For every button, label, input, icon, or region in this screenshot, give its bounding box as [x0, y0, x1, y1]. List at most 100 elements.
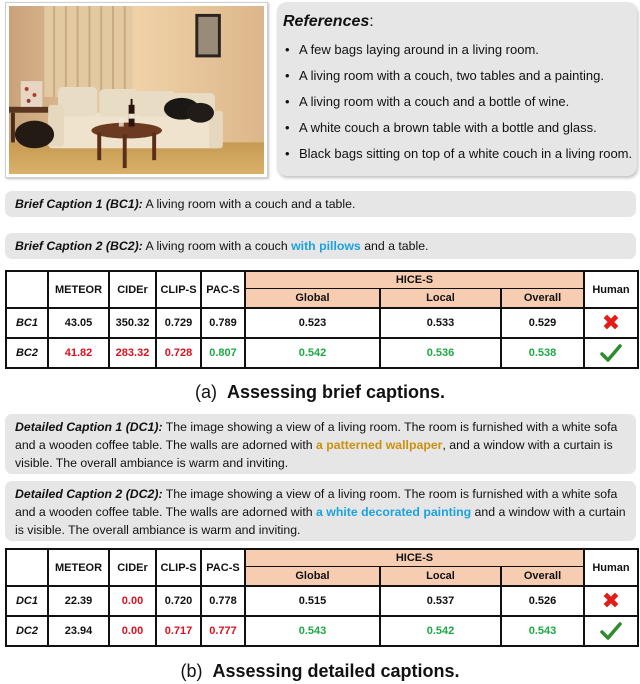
reference-item: • A living room with a couch, two tables …	[283, 63, 637, 89]
cell-clips: 0.717	[155, 615, 202, 647]
cell-global: 0.542	[244, 337, 381, 369]
header-global: Global	[244, 287, 381, 309]
cell-meteor: 22.39	[47, 585, 110, 617]
references-title-text: References	[283, 13, 370, 30]
reference-text: A few bags laying around in a living roo…	[299, 42, 539, 57]
caption-text: and a table.	[360, 239, 429, 253]
header-clips: CLIP-S	[155, 548, 202, 587]
cell-global: 0.515	[244, 585, 381, 617]
reference-item: • A living room with a couch and a bottle…	[283, 89, 637, 115]
table-row-dc2: DC2 23.94 0.00 0.717 0.777 0.543 0.542 0…	[5, 615, 639, 647]
subcaption-tag: (a)	[194, 382, 217, 402]
references-title: References:	[283, 12, 637, 32]
row-label: BC1	[5, 307, 49, 339]
cross-icon: ✖	[601, 310, 621, 335]
cell-cider: 0.00	[108, 585, 157, 617]
caption-highlight: with pillows	[291, 239, 361, 253]
header-human: Human	[583, 548, 639, 587]
corner-cell	[5, 270, 49, 309]
reference-text: Black bags sitting on top of a white cou…	[299, 146, 633, 161]
living-room-photo	[5, 2, 268, 178]
cell-local: 0.537	[379, 585, 502, 617]
row-label: BC2	[5, 337, 49, 369]
header-pacs: PAC-S	[200, 270, 246, 309]
brief-results-table: METEOR CIDEr CLIP-S PAC-S HICE-S Human G…	[5, 270, 639, 369]
caption-text: A living room with a couch and a table.	[142, 197, 356, 211]
reference-text: A living room with a couch, two tables a…	[299, 68, 604, 83]
caption-text: A living room with a couch	[142, 239, 292, 253]
table-row-bc1: BC1 43.05 350.32 0.729 0.789 0.523 0.533…	[5, 307, 639, 339]
checkmark-icon	[600, 344, 622, 362]
header-clips: CLIP-S	[155, 270, 202, 309]
caption-highlight: a patterned wallpaper	[316, 438, 443, 452]
checkmark-icon	[600, 622, 622, 640]
cell-local: 0.533	[379, 307, 502, 339]
cell-cider: 283.32	[108, 337, 157, 369]
references-box: References: • A few bags laying around in…	[277, 2, 637, 176]
cell-global: 0.543	[244, 615, 381, 647]
header-overall: Overall	[500, 565, 585, 587]
cell-pacs: 0.789	[200, 307, 246, 339]
cell-clips: 0.728	[155, 337, 202, 369]
table-row-dc1: DC1 22.39 0.00 0.720 0.778 0.515 0.537 0…	[5, 585, 639, 617]
cell-pacs: 0.807	[200, 337, 246, 369]
cell-global: 0.523	[244, 307, 381, 339]
header-local: Local	[379, 287, 502, 309]
row-label: DC1	[5, 585, 49, 617]
bullet-icon: •	[285, 146, 290, 161]
reference-text: A living room with a couch and a bottle …	[299, 94, 570, 109]
subcaption-text: Assessing brief captions.	[226, 382, 446, 402]
row-label: DC2	[5, 615, 49, 647]
references-colon: :	[369, 13, 374, 30]
caption-highlight: a white decorated painting	[316, 505, 472, 519]
header-overall: Overall	[500, 287, 585, 309]
cell-clips: 0.729	[155, 307, 202, 339]
cell-cider: 350.32	[108, 307, 157, 339]
reference-item: • A white couch a brown table with a bott…	[283, 115, 637, 141]
cell-clips: 0.720	[155, 585, 202, 617]
header-hice-s: HICE-S	[244, 270, 585, 289]
cell-local: 0.536	[379, 337, 502, 369]
cell-overall: 0.543	[500, 615, 585, 647]
reference-item: • A few bags laying around in a living ro…	[283, 37, 637, 63]
header-global: Global	[244, 565, 381, 587]
subcaption-text: Assessing detailed captions.	[212, 661, 460, 681]
cell-human: ✖	[583, 585, 639, 617]
cross-icon: ✖	[601, 588, 621, 613]
brief-caption-1: Brief Caption 1 (BC1): A living room wit…	[5, 191, 636, 217]
header-row: METEOR CIDEr CLIP-S PAC-S HICE-S Human	[5, 270, 639, 309]
bullet-icon: •	[285, 120, 290, 135]
bullet-icon: •	[285, 68, 290, 83]
cell-human	[583, 615, 639, 647]
subcaption-b: (b) Assessing detailed captions.	[0, 660, 640, 682]
cell-overall: 0.529	[500, 307, 585, 339]
detailed-results-table: METEOR CIDEr CLIP-S PAC-S HICE-S Human G…	[5, 548, 639, 647]
subcaption-tag: (b)	[180, 661, 203, 681]
corner-cell	[5, 548, 49, 587]
cell-meteor: 41.82	[47, 337, 110, 369]
cell-local: 0.542	[379, 615, 502, 647]
header-pacs: PAC-S	[200, 548, 246, 587]
header-row: METEOR CIDEr CLIP-S PAC-S HICE-S Human	[5, 548, 639, 587]
cell-human: ✖	[583, 307, 639, 339]
detailed-caption-1: Detailed Caption 1 (DC1): The image show…	[5, 414, 636, 474]
brief-caption-2: Brief Caption 2 (BC2): A living room wit…	[5, 233, 636, 259]
cell-meteor: 23.94	[47, 615, 110, 647]
header-local: Local	[379, 565, 502, 587]
caption-label: Detailed Caption 1 (DC1):	[15, 420, 163, 434]
caption-label: Brief Caption 2 (BC2):	[15, 239, 143, 253]
references-list: • A few bags laying around in a living ro…	[283, 37, 637, 167]
detailed-caption-2: Detailed Caption 2 (DC2): The image show…	[5, 481, 636, 541]
bullet-icon: •	[285, 94, 290, 109]
caption-label: Brief Caption 1 (BC1):	[15, 197, 143, 211]
cell-overall: 0.538	[500, 337, 585, 369]
header-hice-s: HICE-S	[244, 548, 585, 567]
header-meteor: METEOR	[47, 270, 110, 309]
header-cider: CIDEr	[108, 548, 157, 587]
cell-overall: 0.526	[500, 585, 585, 617]
cell-pacs: 0.777	[200, 615, 246, 647]
header-cider: CIDEr	[108, 270, 157, 309]
cell-meteor: 43.05	[47, 307, 110, 339]
subcaption-a: (a) Assessing brief captions.	[0, 381, 640, 403]
header-human: Human	[583, 270, 639, 309]
